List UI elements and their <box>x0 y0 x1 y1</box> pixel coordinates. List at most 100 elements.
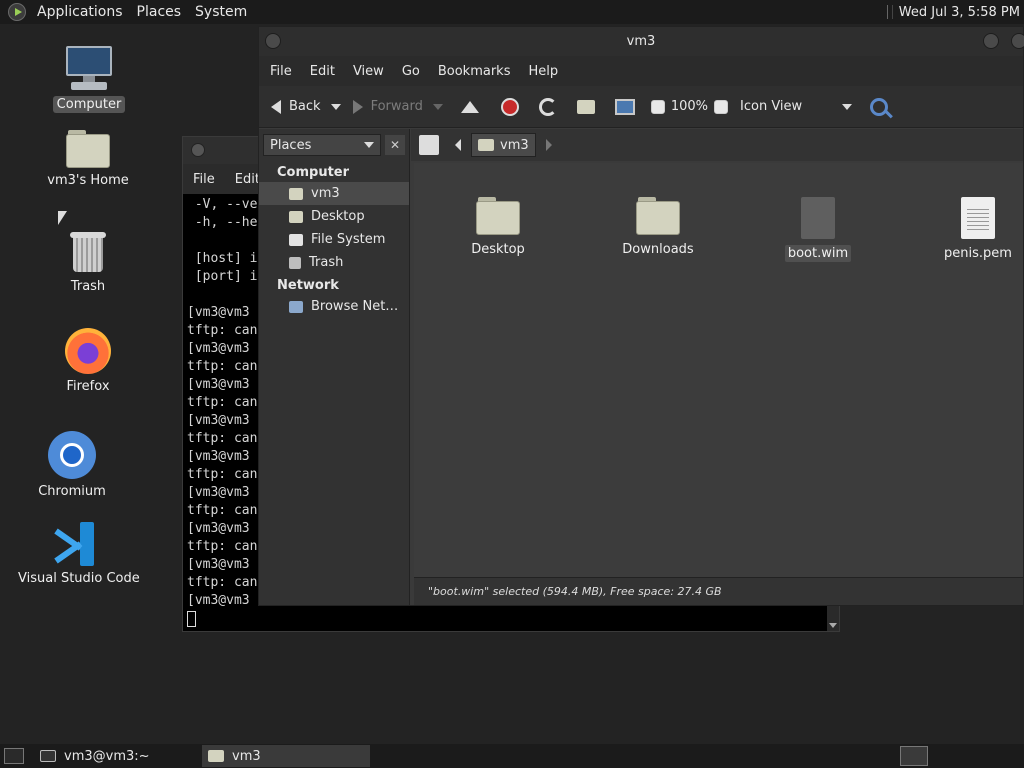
folder-icon <box>636 197 680 235</box>
chromium-icon <box>48 431 96 479</box>
breadcrumb-right-icon[interactable] <box>545 139 552 151</box>
panel-separator <box>886 5 893 19</box>
zoom-control: 100% <box>645 91 734 123</box>
window-menu-button[interactable] <box>191 143 205 157</box>
desktop-icon-label: Trash <box>70 279 106 294</box>
view-mode-select[interactable]: Icon View <box>734 91 858 123</box>
forward-button[interactable]: Forward <box>347 91 449 123</box>
home-icon <box>478 139 494 151</box>
sidebar-places-select[interactable]: Places <box>263 134 381 156</box>
back-button[interactable]: Back <box>259 91 347 123</box>
zoom-in-icon[interactable] <box>714 99 729 114</box>
sidebar-group-network: Network <box>277 278 339 293</box>
clock[interactable]: Wed Jul 3, 5:58 PM <box>899 5 1024 20</box>
file-name: penis.pem <box>944 246 1012 261</box>
drive-icon <box>289 233 303 246</box>
breadcrumb-left-icon[interactable] <box>455 139 461 151</box>
breadcrumb-vm3[interactable]: vm3 <box>471 133 536 157</box>
reload-button[interactable] <box>529 91 567 123</box>
sidebar-item-desktop[interactable]: Desktop <box>259 205 409 228</box>
file-item-downloads[interactable]: Downloads <box>588 197 728 258</box>
window-menu-button[interactable] <box>265 33 281 49</box>
search-button[interactable] <box>858 91 900 123</box>
file-manager-window[interactable]: vm3 File Edit View Go Bookmarks Help Bac… <box>258 26 1024 606</box>
desktop-icon-trash[interactable]: Trash <box>28 230 148 295</box>
reload-icon <box>538 97 557 116</box>
menu-bookmarks[interactable]: Bookmarks <box>429 64 520 79</box>
sidebar-item-browse-network[interactable]: Browse Net… <box>259 295 409 318</box>
file-name: Desktop <box>471 242 525 257</box>
top-panel-right: Wed Jul 3, 5:58 PM <box>886 0 1024 24</box>
firefox-icon <box>65 328 111 374</box>
scroll-down-icon[interactable] <box>829 623 837 628</box>
menu-help[interactable]: Help <box>519 64 567 79</box>
file-item-boot-wim[interactable]: boot.wim <box>748 197 888 262</box>
up-button[interactable] <box>449 91 491 123</box>
show-desktop-icon[interactable] <box>4 748 24 764</box>
forward-history-dropdown-icon[interactable] <box>432 103 443 110</box>
desktop-icon-vscode[interactable]: Visual Studio Code <box>14 522 140 587</box>
close-sidebar-button[interactable]: ✕ <box>385 135 405 155</box>
file-name: boot.wim <box>784 245 852 262</box>
maximize-button[interactable] <box>1011 33 1024 49</box>
home-button[interactable] <box>567 91 605 123</box>
file-item-desktop[interactable]: Desktop <box>428 197 568 258</box>
minimize-button[interactable] <box>983 33 999 49</box>
sidebar-group-computer: Computer <box>277 165 350 180</box>
breadcrumb-label: vm3 <box>500 137 529 153</box>
sidebar-item-vm3[interactable]: vm3 <box>259 182 409 205</box>
taskbar-item-file-manager[interactable]: vm3 <box>202 745 370 767</box>
zoom-out-icon[interactable] <box>650 99 665 114</box>
desktop-icon-label: Computer <box>52 96 126 113</box>
sidebar-select-value: Places <box>270 137 312 153</box>
menu-system[interactable]: System <box>188 0 254 24</box>
menu-view[interactable]: View <box>344 64 393 79</box>
terminal-menu-file[interactable]: File <box>183 172 225 187</box>
taskbar-item-label: vm3 <box>232 748 261 764</box>
sidebar-item-label: vm3 <box>311 186 340 201</box>
home-folder-icon <box>66 130 110 168</box>
view-mode-value: Icon View <box>740 99 803 114</box>
computer-button[interactable] <box>605 91 645 123</box>
taskbar-item-terminal[interactable]: vm3@vm3:~ <box>34 745 198 767</box>
file-icon <box>801 197 835 239</box>
forward-label: Forward <box>370 99 423 114</box>
up-arrow-icon <box>460 100 479 113</box>
computer-icon <box>614 98 635 115</box>
menu-edit[interactable]: Edit <box>301 64 344 79</box>
workspace-switcher[interactable] <box>900 746 928 766</box>
back-label: Back <box>289 99 321 114</box>
sidebar-item-label: Desktop <box>311 209 365 224</box>
file-view[interactable]: Desktop Downloads boot.wim penis.pem <box>414 163 1023 579</box>
desktop-icon-firefox[interactable]: Firefox <box>28 328 148 395</box>
sidebar-item-file-system[interactable]: File System <box>259 228 409 251</box>
desktop-icon-chromium[interactable]: Chromium <box>12 431 132 500</box>
chevron-down-icon <box>842 103 853 110</box>
file-item-pem[interactable]: penis.pem <box>908 197 1024 262</box>
desktop-icon-home[interactable]: vm3's Home <box>28 130 148 189</box>
text-file-icon <box>961 197 995 239</box>
sidebar-item-trash[interactable]: Trash <box>259 251 409 274</box>
back-history-dropdown-icon[interactable] <box>330 103 341 110</box>
file-manager-titlebar[interactable]: vm3 <box>259 27 1024 56</box>
text-cursor-icon <box>187 610 196 627</box>
desktop-icon-computer[interactable]: Computer <box>29 46 149 113</box>
back-arrow-icon <box>271 99 281 114</box>
top-panel: Applications Places System Wed Jul 3, 5:… <box>0 0 1024 24</box>
edit-location-icon[interactable] <box>419 135 439 155</box>
menu-file[interactable]: File <box>261 64 301 79</box>
sidebar-item-label: File System <box>311 232 386 247</box>
taskbar-item-label: vm3@vm3:~ <box>64 748 150 764</box>
stop-icon <box>500 97 519 116</box>
folder-icon <box>476 197 520 235</box>
menu-applications[interactable]: Applications <box>30 0 130 24</box>
terminal-prompt-line[interactable] <box>187 610 823 628</box>
sidebar-item-label: Trash <box>309 255 344 270</box>
distro-logo-icon[interactable] <box>8 3 26 21</box>
zoom-level: 100% <box>670 99 709 114</box>
location-bar: vm3 <box>411 129 1023 161</box>
menu-places[interactable]: Places <box>130 0 189 24</box>
trash-icon <box>289 256 301 269</box>
stop-button[interactable] <box>491 91 529 123</box>
menu-go[interactable]: Go <box>393 64 429 79</box>
